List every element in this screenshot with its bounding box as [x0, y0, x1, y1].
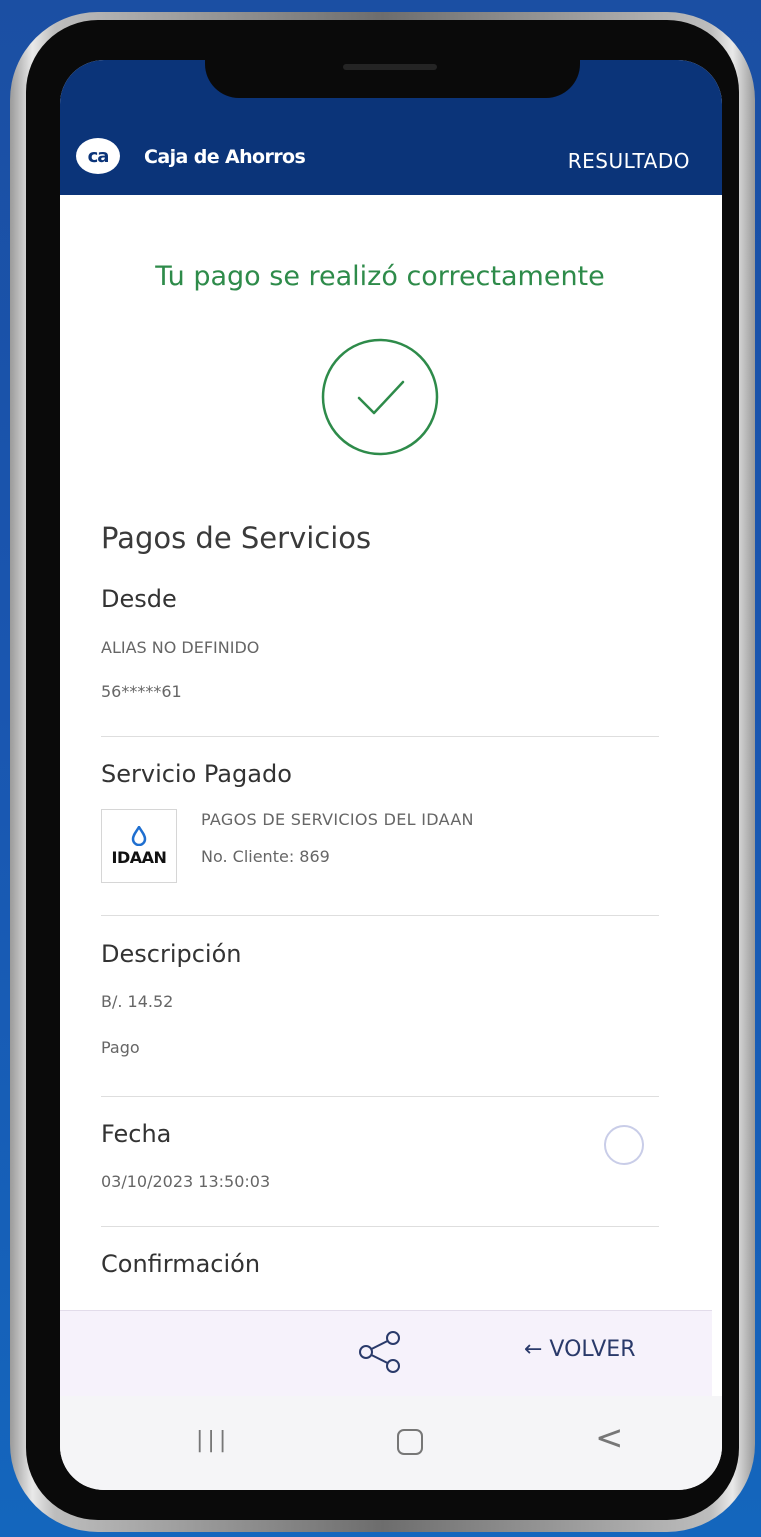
desde-label: Desde	[101, 585, 177, 613]
section-title: Pagos de Servicios	[101, 521, 372, 555]
android-nav-bar: ||| <	[60, 1396, 722, 1490]
divider	[101, 915, 659, 916]
servicio-label: Servicio Pagado	[101, 760, 292, 788]
floating-circle-button[interactable]	[604, 1125, 644, 1165]
descripcion-amount: B/. 14.52	[101, 992, 174, 1011]
divider	[101, 1096, 659, 1097]
desde-account: 56*****61	[101, 682, 182, 701]
bank-logo: ca	[76, 138, 120, 174]
confirmacion-label: Confirmación	[101, 1250, 261, 1278]
page-title: RESULTADO	[567, 149, 690, 173]
phone-notch	[205, 52, 580, 98]
fecha-label: Fecha	[101, 1120, 172, 1148]
home-icon[interactable]	[397, 1429, 423, 1455]
service-name: PAGOS DE SERVICIOS DEL IDAAN	[201, 810, 474, 829]
idaan-logo: IDAAN	[101, 809, 177, 883]
speaker-grill	[343, 64, 437, 70]
bank-name: Caja de Ahorros	[144, 146, 306, 168]
phone-screen: ca Caja de Ahorros RESULTADO Tu pago se …	[60, 60, 722, 1490]
back-nav-icon[interactable]: <	[595, 1418, 624, 1458]
share-icon[interactable]	[356, 1327, 406, 1377]
divider	[101, 736, 659, 737]
check-circle-icon	[321, 338, 439, 456]
fecha-value: 03/10/2023 13:50:03	[101, 1172, 271, 1191]
descripcion-label: Descripción	[101, 940, 242, 968]
success-message: Tu pago se realizó correctamente	[155, 261, 605, 292]
water-drop-icon	[131, 826, 147, 846]
idaan-logo-text: IDAAN	[111, 848, 167, 867]
divider	[101, 1226, 659, 1227]
recent-apps-icon[interactable]: |||	[196, 1428, 230, 1453]
action-bar: ← VOLVER	[60, 1310, 712, 1397]
desde-alias: ALIAS NO DEFINIDO	[101, 638, 260, 657]
back-button[interactable]: ← VOLVER	[524, 1337, 635, 1362]
descripcion-type: Pago	[101, 1038, 140, 1057]
service-client: No. Cliente: 869	[201, 847, 330, 866]
